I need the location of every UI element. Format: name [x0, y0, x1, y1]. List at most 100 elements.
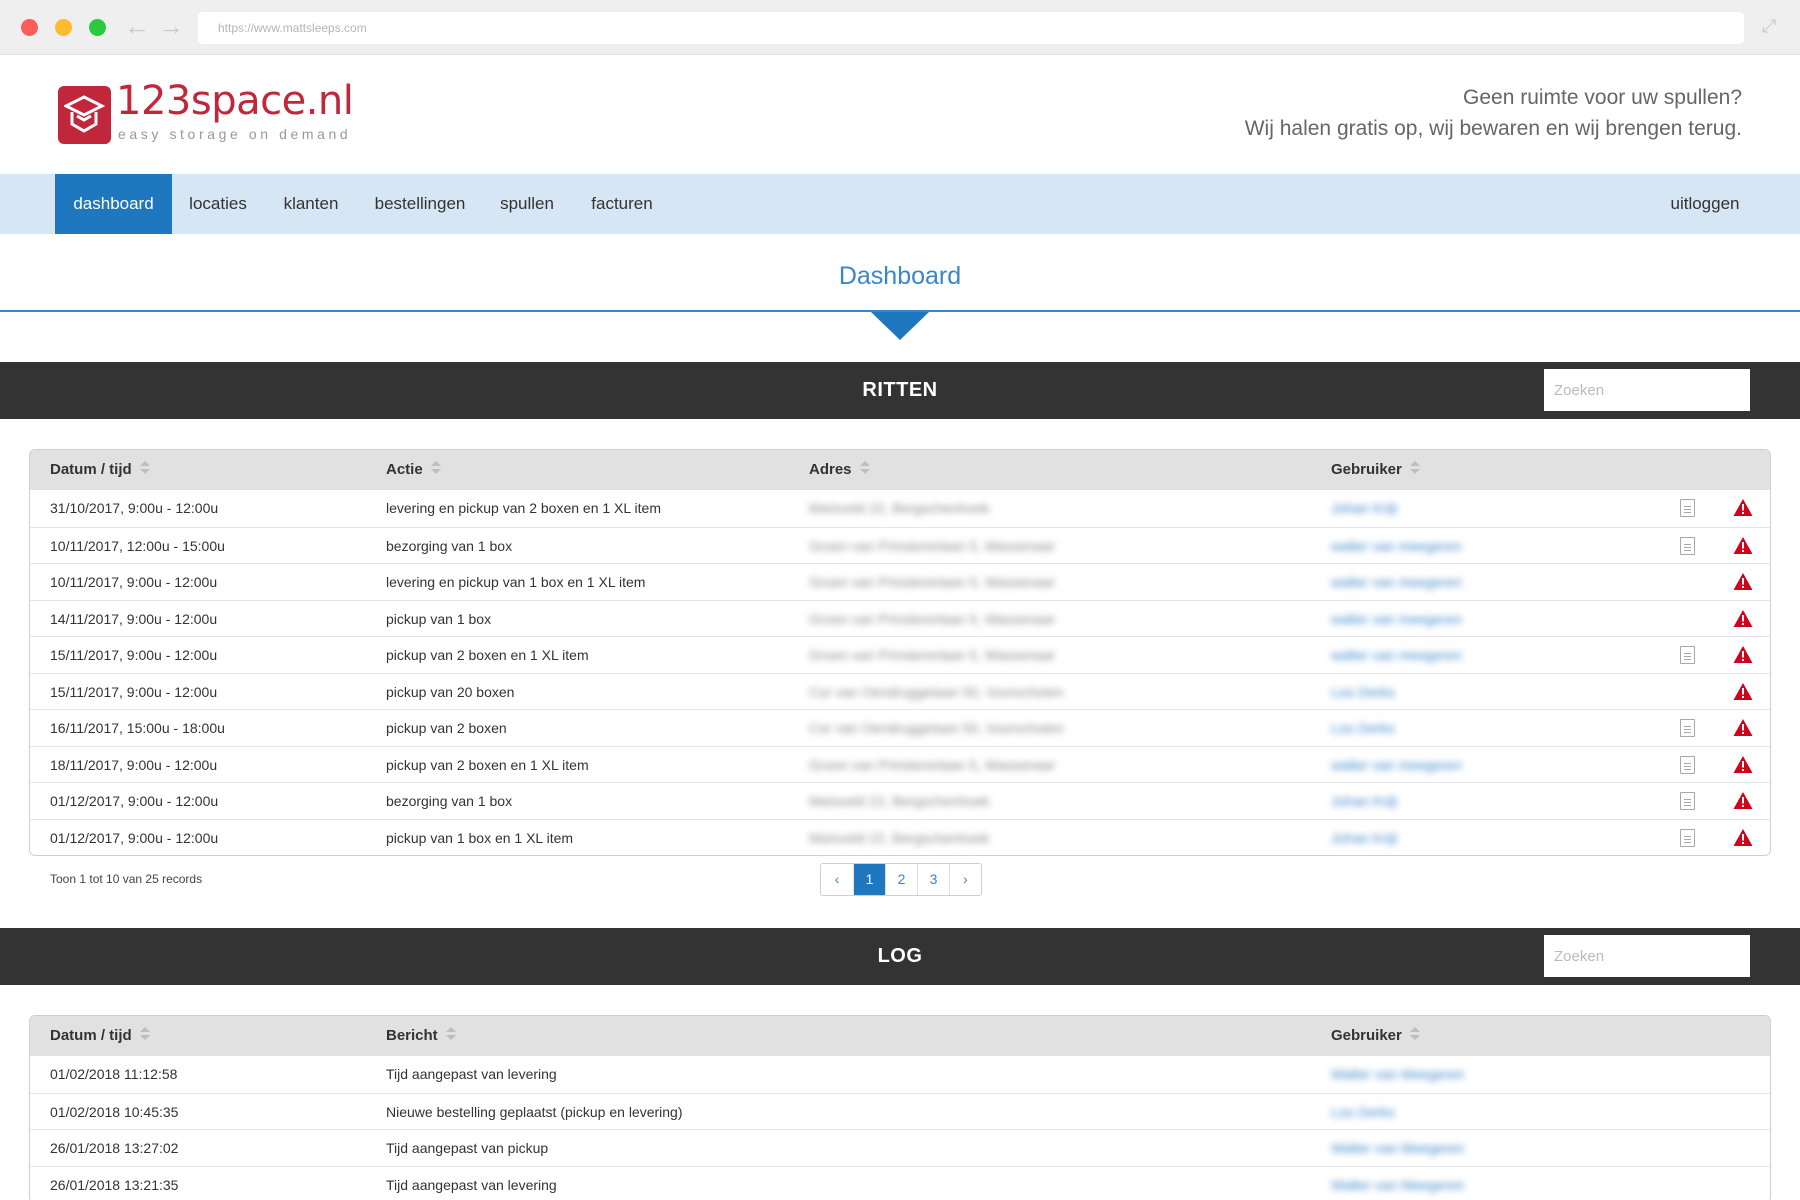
nav-item-locaties[interactable]: locaties — [180, 174, 256, 234]
arrow-left-icon[interactable]: ← — [124, 13, 150, 39]
cell-gebruiker-link[interactable]: walter van meegeren — [1331, 601, 1462, 637]
cell-bericht: Tijd aangepast van pickup — [386, 1140, 549, 1156]
col-header-gebruiker[interactable]: Gebruiker — [1331, 450, 1420, 490]
cell-adres: Maïsveld 22, Bergschenhoek — [809, 500, 990, 516]
col-header-adres[interactable]: Adres — [809, 450, 870, 490]
site-header: 123space.nl easy storage on demand Geen … — [0, 56, 1800, 174]
prev-page-button[interactable]: ‹ — [821, 864, 853, 895]
document-icon[interactable] — [1680, 755, 1695, 774]
warning-icon[interactable] — [1733, 718, 1753, 737]
cell-bericht: Nieuwe bestelling geplaatst (pickup en l… — [386, 1103, 683, 1120]
cell-gebruiker-link[interactable]: Loo Derks — [1331, 710, 1395, 746]
cell-gebruiker-link[interactable]: Walter van Meegeren — [1331, 1130, 1464, 1166]
document-icon[interactable] — [1680, 719, 1695, 737]
sort-icon[interactable] — [139, 1027, 150, 1041]
sort-icon[interactable] — [430, 461, 441, 475]
cell-adres: Maïsveld 22, Bergschenhoek — [809, 793, 990, 809]
sort-icon[interactable] — [445, 1027, 456, 1041]
cell-datum: 16/11/2017, 15:00u - 18:00u — [50, 720, 225, 736]
table-row[interactable]: 10/11/2017, 9:00u - 12:00u levering en pi… — [30, 563, 1770, 600]
cell-datum: 18/11/2017, 9:00u - 12:00u — [50, 756, 218, 773]
cell-gebruiker-link[interactable]: Loo Derks — [1331, 674, 1395, 710]
cell-gebruiker-link[interactable]: Johan Krijt — [1331, 490, 1397, 526]
nav-item-dashboard[interactable]: dashboard — [55, 174, 172, 234]
table-row[interactable]: 16/11/2017, 15:00u - 18:00u pickup van 2 … — [30, 709, 1770, 746]
log-search-input[interactable] — [1544, 935, 1750, 977]
col-header-datum[interactable]: Datum / tijd — [50, 1016, 150, 1056]
cell-gebruiker-link[interactable]: walter van meegeren — [1331, 747, 1462, 783]
cell-gebruiker-link[interactable]: Walter van Meegeren — [1331, 1056, 1464, 1092]
sort-icon[interactable] — [859, 461, 870, 475]
logo-text[interactable]: 123space.nl — [116, 78, 354, 124]
table-row[interactable]: 31/10/2017, 9:00u - 12:00u levering en pi… — [30, 490, 1770, 527]
ritten-table: Datum / tijd Actie Adres Gebruiker 31/10… — [29, 449, 1771, 856]
col-header-adres-label: Adres — [809, 461, 852, 478]
logout-link[interactable]: uitloggen — [1660, 174, 1750, 234]
page-button-1[interactable]: 1 — [853, 864, 885, 895]
address-bar[interactable]: https://www.mattsleeps.com — [198, 12, 1744, 44]
warning-icon[interactable] — [1733, 536, 1753, 555]
minimize-window-button[interactable] — [55, 19, 72, 36]
maximize-window-button[interactable] — [89, 19, 106, 36]
sort-icon[interactable] — [139, 461, 150, 475]
cell-actie: pickup van 2 boxen — [386, 720, 507, 736]
cell-datum: 01/12/2017, 9:00u - 12:00u — [50, 793, 219, 809]
log-section-bar: LOG — [0, 928, 1800, 985]
table-row[interactable]: 18/11/2017, 9:00u - 12:00u pickup van 2 b… — [30, 745, 1770, 783]
cell-gebruiker-link[interactable]: walter van meegeren — [1331, 528, 1462, 564]
table-row: 26/01/2018 13:27:02 Tijd aangepast van pi… — [30, 1129, 1770, 1166]
warning-icon[interactable] — [1733, 609, 1753, 628]
document-icon[interactable] — [1680, 646, 1695, 664]
warning-icon[interactable] — [1733, 828, 1753, 847]
box-icon — [64, 95, 105, 133]
arrow-right-icon[interactable]: → — [158, 13, 184, 39]
col-header-actie[interactable]: Actie — [386, 450, 441, 490]
warning-icon[interactable] — [1733, 498, 1753, 517]
table-row[interactable]: 01/12/2017, 9:00u - 12:00u pickup van 1 b… — [30, 818, 1770, 856]
col-header-bericht[interactable]: Bericht — [386, 1016, 456, 1056]
warning-icon[interactable] — [1733, 682, 1753, 701]
logo-tagline: easy storage on demand — [118, 126, 352, 142]
col-header-gebruiker[interactable]: Gebruiker — [1331, 1016, 1420, 1056]
tagline-line-1: Geen ruimte voor uw spullen? — [1463, 86, 1742, 109]
document-icon[interactable] — [1680, 499, 1695, 517]
table-row[interactable]: 15/11/2017, 9:00u - 12:00u pickup van 20 … — [30, 672, 1770, 710]
sort-icon[interactable] — [1409, 461, 1420, 475]
table-row[interactable]: 01/12/2017, 9:00u - 12:00u bezorging van … — [30, 782, 1770, 819]
cell-datum: 01/02/2018 10:45:35 — [50, 1103, 179, 1120]
page-button-2[interactable]: 2 — [885, 864, 917, 895]
close-window-button[interactable] — [21, 19, 38, 36]
logo-mark[interactable] — [58, 86, 111, 144]
document-icon[interactable] — [1680, 828, 1695, 847]
cell-gebruiker-link[interactable]: Loo Derks — [1331, 1094, 1395, 1130]
nav-item-bestellingen[interactable]: bestellingen — [370, 174, 470, 234]
cell-gebruiker-link[interactable]: Johan Krijt — [1331, 783, 1397, 819]
warning-icon[interactable] — [1733, 791, 1753, 810]
cell-datum: 01/02/2018 11:12:58 — [50, 1066, 178, 1082]
nav-item-facturen[interactable]: facturen — [584, 174, 660, 234]
ritten-search-input[interactable] — [1544, 369, 1750, 411]
warning-icon[interactable] — [1733, 572, 1753, 591]
table-row: 01/02/2018 11:12:58 Tijd aangepast van le… — [30, 1056, 1770, 1093]
table-row[interactable]: 15/11/2017, 9:00u - 12:00u pickup van 2 b… — [30, 636, 1770, 673]
cell-gebruiker-link[interactable]: Johan Krijt — [1331, 820, 1397, 856]
cell-actie: levering en pickup van 1 box en 1 XL ite… — [386, 574, 646, 590]
nav-item-spullen[interactable]: spullen — [494, 174, 560, 234]
sort-icon[interactable] — [1409, 1027, 1420, 1041]
cell-gebruiker-link[interactable]: walter van meegeren — [1331, 637, 1462, 673]
cell-gebruiker-link[interactable]: walter van meegeren — [1331, 564, 1462, 600]
cell-gebruiker-link[interactable]: Walter van Meegeren — [1331, 1167, 1464, 1200]
cell-datum: 01/12/2017, 9:00u - 12:00u — [50, 829, 219, 846]
warning-icon[interactable] — [1733, 755, 1753, 774]
document-icon[interactable] — [1680, 536, 1695, 555]
table-row[interactable]: 14/11/2017, 9:00u - 12:00u pickup van 1 b… — [30, 599, 1770, 637]
warning-icon[interactable] — [1733, 645, 1753, 664]
nav-item-klanten[interactable]: klanten — [276, 174, 346, 234]
next-page-button[interactable]: › — [949, 864, 981, 895]
col-header-datum[interactable]: Datum / tijd — [50, 450, 150, 490]
page-button-3[interactable]: 3 — [917, 864, 949, 895]
table-row[interactable]: 10/11/2017, 12:00u - 15:00u bezorging van… — [30, 526, 1770, 564]
document-icon[interactable] — [1680, 792, 1695, 810]
browser-chrome: ← → https://www.mattsleeps.com ⤢ — [0, 0, 1800, 55]
expand-icon[interactable]: ⤢ — [1762, 16, 1776, 37]
